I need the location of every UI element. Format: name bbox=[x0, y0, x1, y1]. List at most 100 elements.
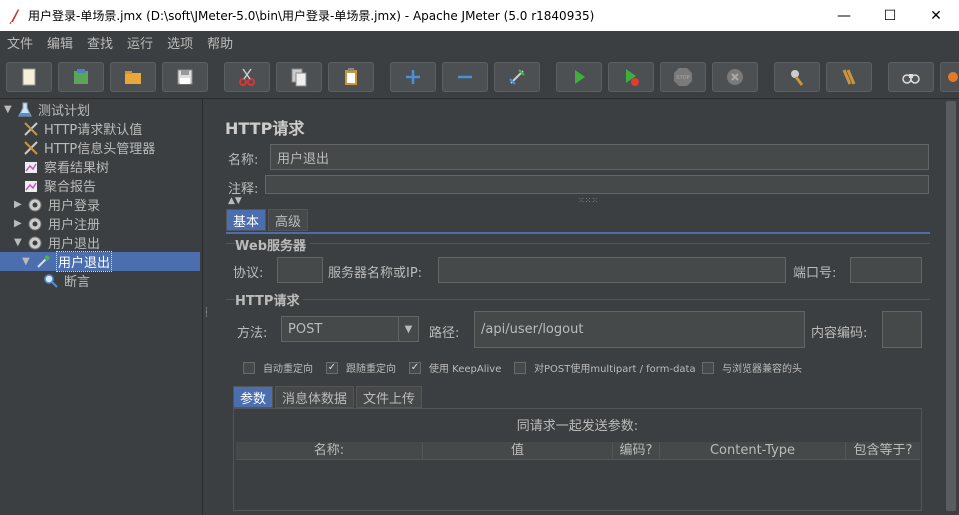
thread-group-gear-icon bbox=[26, 196, 44, 214]
path-field[interactable]: /api/user/logout bbox=[474, 311, 805, 348]
new-button[interactable] bbox=[6, 62, 52, 92]
save-icon bbox=[177, 69, 193, 85]
clear-button[interactable] bbox=[774, 62, 820, 92]
search-button[interactable] bbox=[888, 62, 934, 92]
start-button[interactable] bbox=[556, 62, 602, 92]
title-bar: 用户登录-单场景.jmx (D:\soft\JMeter-5.0\bin\用户登… bbox=[0, 0, 959, 31]
checkbox-unchecked-icon[interactable] bbox=[243, 361, 255, 374]
port-field[interactable] bbox=[850, 257, 922, 283]
tree-item-http-defaults[interactable]: HTTP请求默认值 bbox=[22, 119, 142, 138]
collapse-icon bbox=[458, 75, 472, 79]
checkbox-unchecked-icon[interactable] bbox=[702, 361, 714, 374]
copy-icon bbox=[291, 68, 307, 87]
start-no-pause-icon bbox=[626, 69, 639, 86]
encoding-field[interactable] bbox=[882, 311, 922, 348]
expand-arrow-icon[interactable]: ▼ bbox=[4, 104, 16, 115]
minimize-button[interactable]: — bbox=[821, 0, 867, 31]
name-label: 名称: bbox=[228, 153, 259, 168]
collapsed-arrow-icon[interactable]: ▶ bbox=[14, 199, 26, 210]
tree-item-test-plan[interactable]: ▼ 测试计划 bbox=[4, 100, 90, 119]
reset-search-icon bbox=[948, 72, 958, 82]
checkbox-checked-icon[interactable]: ✓ bbox=[409, 361, 421, 374]
column-value[interactable]: 值 bbox=[423, 442, 613, 459]
tab-body-data[interactable]: 消息体数据 bbox=[275, 386, 355, 408]
column-include-equals[interactable]: 包含等于? bbox=[846, 442, 920, 459]
tree-item-user-register[interactable]: ▶ 用户注册 bbox=[14, 214, 100, 233]
expand-arrow-icon[interactable]: ▼ bbox=[14, 237, 26, 248]
menu-edit[interactable]: 编辑 bbox=[40, 33, 80, 52]
menu-run[interactable]: 运行 bbox=[120, 33, 160, 52]
splitter-grip-icon[interactable]: ⁞ ⁞ bbox=[205, 307, 208, 320]
toggle-button[interactable] bbox=[494, 62, 540, 92]
tab-basic[interactable]: 基本 bbox=[226, 209, 267, 231]
start-no-pauses-button[interactable] bbox=[608, 62, 654, 92]
tree-item-aggregate-report[interactable]: 聚合报告 bbox=[22, 176, 96, 195]
stop-button[interactable]: STOP bbox=[660, 62, 706, 92]
reset-search-button[interactable] bbox=[940, 62, 959, 92]
menu-help[interactable]: 帮助 bbox=[200, 33, 240, 52]
tab-files-upload[interactable]: 文件上传 bbox=[356, 386, 423, 408]
expand-all-button[interactable] bbox=[390, 62, 436, 92]
tree-item-assertion[interactable]: 断言 bbox=[42, 271, 90, 290]
tree-item-results-tree[interactable]: 察看结果树 bbox=[22, 157, 109, 176]
save-button[interactable] bbox=[162, 62, 208, 92]
checkbox-unchecked-icon[interactable] bbox=[514, 361, 526, 374]
chevron-down-icon[interactable]: ▼ bbox=[398, 317, 418, 341]
templates-button[interactable] bbox=[58, 62, 104, 92]
port-label: 端口号: bbox=[793, 266, 837, 281]
paste-button[interactable] bbox=[328, 62, 374, 92]
open-button[interactable] bbox=[110, 62, 156, 92]
vertical-scrollbar[interactable] bbox=[943, 99, 959, 515]
svg-text:STOP: STOP bbox=[676, 75, 689, 81]
comment-label: 注释: bbox=[228, 182, 259, 197]
column-name[interactable]: 名称: bbox=[236, 442, 423, 459]
tab-parameters[interactable]: 参数 bbox=[233, 386, 274, 408]
jmeter-feather-icon bbox=[4, 0, 24, 31]
tree-item-user-logout-group[interactable]: ▼ 用户退出 bbox=[14, 233, 100, 252]
auto-redirect-checkbox[interactable]: 自动重定向 bbox=[243, 360, 313, 375]
toggle-icon bbox=[509, 69, 525, 85]
comment-field[interactable] bbox=[265, 175, 929, 194]
maximize-button[interactable]: ☐ bbox=[867, 0, 913, 31]
shutdown-button[interactable] bbox=[712, 62, 758, 92]
resize-grip-icon[interactable]: ⁙⁙⁙ bbox=[578, 196, 598, 205]
keepalive-checkbox[interactable]: ✓ 使用 KeepAlive bbox=[409, 360, 501, 375]
expand-arrow-icon[interactable]: ▼ bbox=[22, 256, 34, 267]
listener-chart-icon bbox=[22, 177, 40, 195]
paste-icon bbox=[345, 68, 357, 85]
tree-item-user-login[interactable]: ▶ 用户登录 bbox=[14, 195, 100, 214]
expand-icon bbox=[406, 70, 420, 84]
collapse-toggle-icon[interactable]: ▲▼ bbox=[228, 196, 242, 206]
copy-button[interactable] bbox=[276, 62, 322, 92]
checkbox-checked-icon[interactable]: ✓ bbox=[326, 361, 338, 374]
menu-bar: 文件 编辑 查找 运行 选项 帮助 bbox=[0, 31, 959, 53]
method-select[interactable]: POST ▼ bbox=[281, 316, 419, 342]
clear-all-button[interactable] bbox=[826, 62, 872, 92]
name-field[interactable]: 用户退出 bbox=[270, 144, 929, 170]
collapsed-arrow-icon[interactable]: ▶ bbox=[14, 218, 26, 229]
follow-redirect-checkbox[interactable]: ✓ 跟随重定向 bbox=[326, 360, 396, 375]
clear-all-icon bbox=[842, 69, 856, 85]
panel-splitter[interactable]: ⁞ ⁞ bbox=[202, 99, 212, 515]
close-button[interactable]: ✕ bbox=[913, 0, 959, 31]
method-value: POST bbox=[288, 321, 323, 337]
scrollbar-thumb[interactable] bbox=[946, 101, 956, 511]
server-field[interactable] bbox=[438, 257, 786, 283]
collapse-all-button[interactable] bbox=[442, 62, 488, 92]
tab-advanced[interactable]: 高级 bbox=[268, 209, 309, 231]
browser-headers-checkbox[interactable]: 与浏览器兼容的头 bbox=[702, 360, 802, 375]
multipart-checkbox[interactable]: 对POST使用multipart / form-data bbox=[514, 360, 696, 375]
protocol-field[interactable] bbox=[277, 257, 323, 283]
cut-button[interactable] bbox=[224, 62, 270, 92]
tree-item-header-manager[interactable]: HTTP信息头管理器 bbox=[22, 138, 155, 157]
menu-search[interactable]: 查找 bbox=[80, 33, 120, 52]
protocol-label: 协议: bbox=[233, 266, 264, 281]
tree-item-user-logout-request[interactable]: ▼ 用户退出 bbox=[0, 251, 200, 272]
menu-options[interactable]: 选项 bbox=[160, 33, 200, 52]
http-request-title: HTTP请求 bbox=[235, 290, 304, 309]
column-encode[interactable]: 编码? bbox=[613, 442, 660, 459]
web-server-title: Web服务器 bbox=[235, 235, 310, 254]
column-content-type[interactable]: Content-Type bbox=[660, 442, 846, 459]
test-plan-tree: ▼ 测试计划 HTTP请求默认值 HTTP信息头管理器 察看结果树 聚合报告 ▶ bbox=[0, 99, 202, 515]
menu-file[interactable]: 文件 bbox=[0, 33, 40, 52]
